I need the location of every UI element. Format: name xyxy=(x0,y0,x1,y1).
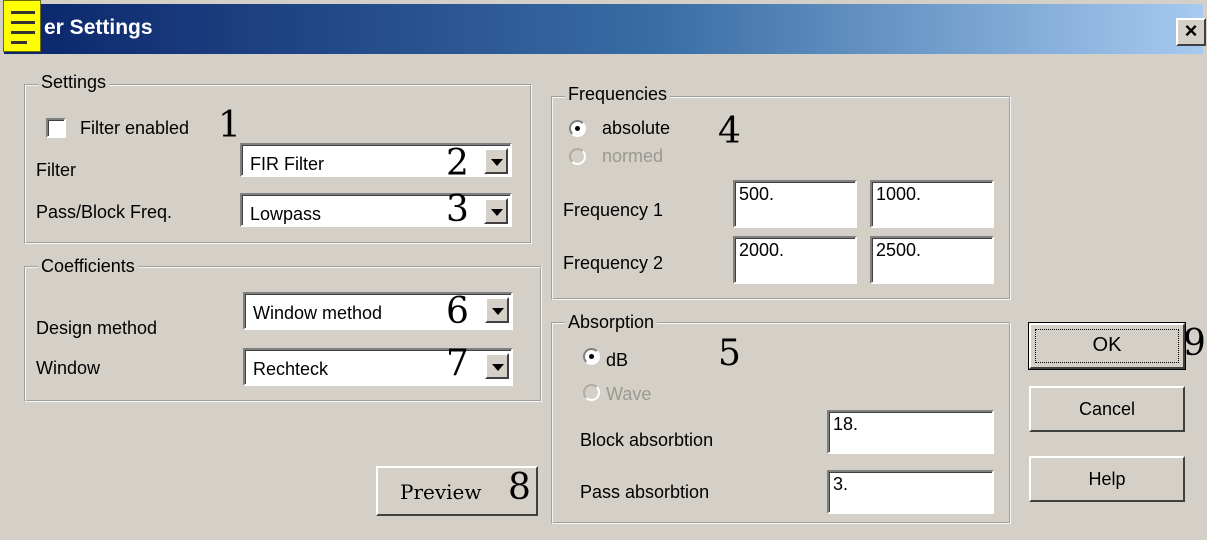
filter-settings-dialog: er Settings × Settings Filter enabled 1 … xyxy=(0,0,1207,540)
annotation-6: 6 xyxy=(446,291,469,332)
filter-enabled-label: Filter enabled xyxy=(80,118,190,138)
absolute-radio[interactable] xyxy=(569,120,586,137)
block-absorbtion-label: Block absorbtion xyxy=(580,430,714,450)
frequency-2-label: Frequency 2 xyxy=(563,253,664,273)
pass-absorbtion-input[interactable]: 3. xyxy=(827,470,994,514)
help-button[interactable]: Help xyxy=(1029,456,1185,502)
frequencies-legend: Frequencies xyxy=(565,84,671,105)
passblock-label: Pass/Block Freq. xyxy=(36,202,173,222)
normed-radio[interactable] xyxy=(569,148,586,165)
title-bar[interactable]: er Settings × xyxy=(4,4,1206,54)
absolute-label: absolute xyxy=(602,118,671,138)
design-method-label: Design method xyxy=(36,318,158,338)
chevron-down-icon[interactable] xyxy=(485,353,509,379)
filter-value: FIR Filter xyxy=(250,154,324,174)
pass-absorbtion-label: Pass absorbtion xyxy=(580,482,710,502)
frequency-1-b-input[interactable]: 1000. xyxy=(870,180,994,228)
wave-radio[interactable] xyxy=(583,384,600,401)
frequency-1-label: Frequency 1 xyxy=(563,200,664,220)
filter-label: Filter xyxy=(36,160,76,180)
annotation-7: 7 xyxy=(446,343,469,384)
chevron-down-icon[interactable] xyxy=(485,297,509,323)
annotation-1: 1 xyxy=(218,105,241,146)
settings-legend: Settings xyxy=(38,72,110,93)
annotation-3: 3 xyxy=(446,189,469,230)
cancel-button[interactable]: Cancel xyxy=(1029,386,1185,432)
frequency-1-a-input[interactable]: 500. xyxy=(733,180,857,228)
annotation-5: 5 xyxy=(718,333,741,374)
db-radio[interactable] xyxy=(583,348,600,365)
design-method-combo[interactable]: Window method xyxy=(243,292,513,330)
preview-label: Preview xyxy=(400,480,482,504)
window-value: Rechteck xyxy=(253,359,329,379)
focus-rect xyxy=(1035,329,1179,363)
annotation-9: 9 xyxy=(1183,323,1206,364)
passblock-value: Lowpass xyxy=(250,204,322,224)
window-label: Window xyxy=(36,358,101,378)
coefficients-legend: Coefficients xyxy=(38,256,138,277)
wave-label: Wave xyxy=(606,384,652,404)
frequency-2-a-input[interactable]: 2000. xyxy=(733,236,857,284)
filter-combo[interactable]: FIR Filter xyxy=(240,143,512,177)
design-method-value: Window method xyxy=(253,303,383,323)
normed-label: normed xyxy=(602,146,664,166)
annotation-2: 2 xyxy=(446,143,469,184)
ok-button[interactable]: OK xyxy=(1028,322,1186,370)
passblock-combo[interactable]: Lowpass xyxy=(240,193,512,227)
close-button[interactable]: × xyxy=(1176,18,1206,46)
annotation-4: 4 xyxy=(718,111,741,152)
frequency-2-b-input[interactable]: 2500. xyxy=(870,236,994,284)
hamburger-icon[interactable] xyxy=(3,0,41,52)
block-absorbtion-input[interactable]: 18. xyxy=(827,410,994,454)
window-title: er Settings xyxy=(44,16,153,39)
chevron-down-icon[interactable] xyxy=(484,148,508,174)
db-label: dB xyxy=(606,350,629,370)
chevron-down-icon[interactable] xyxy=(484,198,508,224)
absorption-legend: Absorption xyxy=(565,312,658,333)
annotation-8: 8 xyxy=(508,467,531,508)
window-combo[interactable]: Rechteck xyxy=(243,348,513,386)
filter-enabled-checkbox[interactable] xyxy=(46,118,66,138)
